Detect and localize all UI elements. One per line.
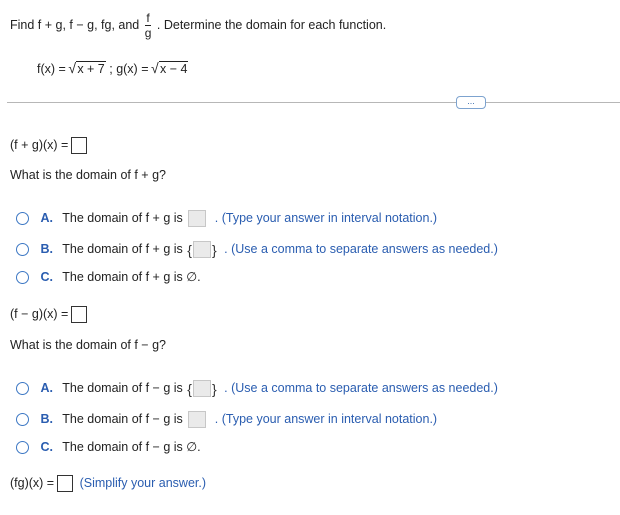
question-determine-text: . Determine the domain for each function… — [156, 17, 387, 32]
sum-option-a[interactable]: A. The domain of f + g is . (Type your a… — [16, 210, 437, 227]
question-find-text: Find f + g, f − g, fg, and — [10, 17, 140, 32]
sum-domain-question: What is the domain of f + g? — [10, 168, 166, 182]
g-sqrt: √ x − 4 — [150, 60, 189, 76]
difference-set-field[interactable] — [192, 380, 211, 397]
radio-button[interactable] — [16, 243, 29, 256]
f-radicand: x + 7 — [76, 61, 106, 76]
difference-option-a[interactable]: A. The domain of f − g is {} . (Use a co… — [16, 380, 498, 397]
close-brace: } — [211, 241, 217, 258]
product-answer-input[interactable] — [57, 475, 74, 492]
fraction-denominator: g — [144, 26, 152, 40]
sum-option-c[interactable]: C. The domain of f + g is ∅. — [16, 269, 201, 285]
product-hint: (Simplify your answer.) — [79, 475, 207, 490]
option-text: The domain of f − g is — [62, 380, 183, 395]
fraction-numerator: f — [144, 11, 152, 26]
radical-icon: √ — [68, 60, 76, 76]
open-brace: { — [187, 241, 192, 258]
option-hint: . (Use a comma to separate answers as ne… — [224, 380, 498, 395]
option-letter: B. — [40, 241, 53, 256]
option-text: The domain of f + g is — [62, 210, 183, 225]
product-answer-row: (fg)(x) = (Simplify your answer.) — [10, 475, 206, 492]
sum-answer-row: (f + g)(x) = — [10, 137, 88, 154]
radical-icon: √ — [150, 60, 159, 76]
radio-button[interactable] — [16, 212, 29, 225]
f-sqrt: √ x + 7 — [68, 60, 106, 76]
section-divider — [7, 102, 620, 103]
sum-answer-input[interactable] — [71, 137, 88, 154]
difference-option-c[interactable]: C. The domain of f − g is ∅. — [16, 439, 201, 455]
f-definition-label: f(x) = — [37, 62, 66, 76]
option-hint: . (Use a comma to separate answers as ne… — [224, 241, 498, 256]
g-radicand: x − 4 — [158, 61, 189, 76]
sum-set-field[interactable] — [192, 241, 211, 258]
option-letter: A. — [40, 380, 53, 395]
radio-button[interactable] — [16, 382, 29, 395]
option-text: The domain of f + g is ∅. — [62, 270, 201, 284]
option-letter: B. — [40, 411, 53, 426]
option-text: The domain of f − g is — [62, 411, 183, 426]
radio-button[interactable] — [16, 413, 29, 426]
option-letter: C. — [40, 440, 53, 454]
difference-option-b[interactable]: B. The domain of f − g is . (Type your a… — [16, 411, 437, 428]
option-text: The domain of f + g is — [62, 241, 183, 256]
f-over-g-fraction: f g — [144, 11, 152, 40]
product-expression: (fg)(x) = — [10, 475, 55, 490]
radio-button[interactable] — [16, 441, 29, 455]
difference-interval-input[interactable] — [188, 411, 207, 428]
question-prompt: Find f + g, f − g, fg, and f g . Determi… — [10, 12, 386, 39]
option-hint: . (Type your answer in interval notation… — [214, 210, 438, 225]
sum-option-b[interactable]: B. The domain of f + g is {} . (Use a co… — [16, 241, 498, 258]
open-brace: { — [187, 380, 192, 397]
function-definitions: f(x) = √ x + 7 ; g(x) = √ x − 4 — [37, 60, 189, 76]
sum-set-input[interactable]: {} — [187, 241, 217, 258]
close-brace: } — [211, 380, 217, 397]
option-letter: A. — [40, 210, 53, 225]
more-options-button[interactable]: ... — [456, 96, 486, 109]
option-hint: . (Type your answer in interval notation… — [214, 411, 438, 426]
option-letter: C. — [40, 270, 53, 284]
option-text: The domain of f − g is ∅. — [62, 440, 201, 454]
sum-interval-input[interactable] — [188, 210, 207, 227]
radio-button[interactable] — [16, 271, 29, 285]
difference-domain-question: What is the domain of f − g? — [10, 338, 166, 352]
sum-expression: (f + g)(x) = — [10, 137, 69, 152]
difference-answer-input[interactable] — [71, 306, 88, 323]
difference-set-input[interactable]: {} — [187, 380, 217, 397]
difference-answer-row: (f − g)(x) = — [10, 306, 88, 323]
g-definition-label: ; g(x) = — [109, 62, 149, 76]
difference-expression: (f − g)(x) = — [10, 306, 69, 321]
